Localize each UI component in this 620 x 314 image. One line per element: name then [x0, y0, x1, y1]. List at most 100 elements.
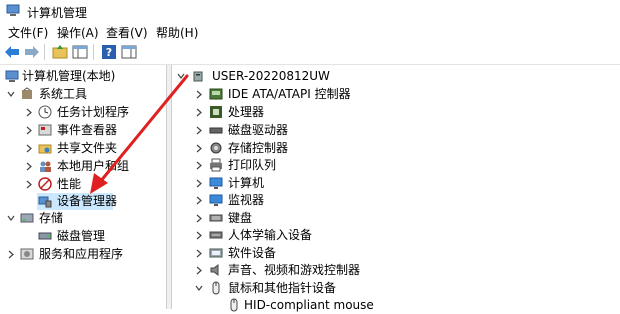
device-category-label: 键盘 — [228, 211, 253, 225]
menu-help[interactable]: 帮助(H) — [156, 24, 198, 41]
chevron-right-icon[interactable] — [194, 157, 204, 174]
toolbar: ? — [0, 40, 620, 65]
device-category-label: 磁盘驱动器 — [228, 123, 289, 137]
chevron-right-icon[interactable] — [24, 122, 34, 139]
device-category[interactable]: 软件设备 — [172, 245, 612, 262]
device-category[interactable]: 声音、视频和游戏控制器 — [172, 262, 612, 279]
chevron-right-icon[interactable] — [194, 175, 204, 192]
tree-item-task-scheduler[interactable]: 任务计划程序 — [0, 104, 166, 121]
users-icon — [40, 161, 51, 172]
menu-bar: 文件(F) 操作(A) 查看(V) 帮助(H) — [0, 22, 620, 40]
chevron-right-icon[interactable] — [194, 227, 204, 244]
hid-icon — [209, 231, 223, 239]
device-category[interactable]: 人体学输入设备 — [172, 227, 612, 244]
device-category-label: 处理器 — [228, 105, 265, 119]
shared-folder-icon — [38, 144, 52, 154]
menu-view[interactable]: 查看(V) — [106, 24, 148, 41]
tree-label: 服务和应用程序 — [39, 247, 124, 261]
device-tree-root[interactable]: USER-20220812UW — [172, 68, 612, 85]
device-category-label: 计算机 — [228, 176, 265, 190]
toolbar-separator — [93, 44, 94, 60]
ide-controller-icon — [209, 88, 223, 100]
tree-label: 系统工具 — [39, 87, 88, 101]
tree-item-event-viewer[interactable]: 事件查看器 — [0, 122, 166, 139]
device-category-label: 人体学输入设备 — [228, 228, 313, 242]
chevron-right-icon[interactable] — [194, 140, 204, 157]
tree-item-system-tools[interactable]: 系统工具 — [0, 86, 166, 103]
device-category[interactable]: 键盘 — [172, 210, 612, 227]
tree-root-label: 计算机管理(本地) — [22, 69, 116, 83]
tree-item-shared-folders[interactable]: 共享文件夹 — [0, 140, 166, 157]
help-icon[interactable]: ? — [100, 43, 118, 61]
device-category[interactable]: 监视器 — [172, 192, 612, 209]
device-category[interactable]: IDE ATA/ATAPI 控制器 — [172, 86, 612, 103]
chevron-right-icon[interactable] — [194, 104, 204, 121]
tree-item-local-users-groups[interactable]: 本地用户和组 — [0, 158, 166, 175]
chevron-down-icon[interactable] — [6, 86, 16, 103]
chevron-right-icon[interactable] — [194, 245, 204, 262]
chevron-right-icon[interactable] — [194, 122, 204, 139]
chevron-down-icon[interactable] — [194, 280, 204, 297]
title-bar: 计算机管理 — [0, 0, 620, 22]
chevron-down-icon[interactable] — [6, 210, 16, 227]
storage-icon — [20, 213, 34, 223]
services-icon — [20, 248, 34, 260]
back-arrow-icon[interactable] — [3, 43, 21, 61]
tree-item-device-manager[interactable]: 设备管理器 — [37, 193, 117, 210]
device-category[interactable]: 处理器 — [172, 104, 612, 121]
mouse-icon — [212, 281, 220, 295]
tree-item-storage[interactable]: 存储 — [0, 210, 166, 227]
device-item-label: HID-compliant mouse — [244, 298, 374, 312]
chevron-right-icon[interactable] — [24, 176, 34, 193]
tree-item-performance[interactable]: 性能 — [0, 176, 166, 193]
device-category[interactable]: 磁盘驱动器 — [172, 122, 612, 139]
chevron-right-icon[interactable] — [24, 140, 34, 157]
device-category[interactable]: 打印队列 — [172, 157, 612, 174]
disk-icon — [38, 232, 52, 240]
clock-icon — [38, 105, 52, 119]
chevron-right-icon[interactable] — [194, 192, 204, 209]
computer-management-icon — [6, 4, 20, 16]
printer-icon — [210, 158, 222, 172]
tree-label: 任务计划程序 — [57, 105, 130, 119]
window-title: 计算机管理 — [27, 6, 88, 20]
device-category[interactable]: 鼠标和其他指针设备 — [172, 280, 612, 297]
chevron-right-icon[interactable] — [24, 158, 34, 175]
chevron-right-icon[interactable] — [194, 262, 204, 279]
mouse-icon — [230, 298, 238, 312]
menu-action[interactable]: 操作(A) — [57, 24, 99, 41]
speaker-icon — [210, 264, 219, 276]
tree-root[interactable]: 计算机管理(本地) — [0, 68, 166, 85]
device-tree: USER-20220812UW IDE ATA/ATAPI 控制器 处理器 磁盘… — [172, 65, 620, 312]
tree-label: 设备管理器 — [57, 194, 118, 208]
show-action-pane-icon[interactable] — [120, 43, 138, 61]
tree-item-disk-management[interactable]: 磁盘管理 — [0, 228, 166, 245]
svg-text:?: ? — [106, 46, 112, 59]
forward-arrow-icon[interactable] — [23, 43, 41, 61]
chevron-right-icon[interactable] — [194, 210, 204, 227]
chevron-right-icon[interactable] — [24, 104, 34, 121]
device-tree-root-label: USER-20220812UW — [212, 69, 330, 83]
monitor-icon — [209, 194, 223, 206]
chevron-right-icon[interactable] — [6, 246, 16, 263]
up-folder-icon[interactable] — [51, 43, 69, 61]
device-category-label: 存储控制器 — [228, 141, 289, 155]
chevron-right-icon[interactable] — [194, 86, 204, 103]
tree-item-services-apps[interactable]: 服务和应用程序 — [0, 246, 166, 263]
device-category-label: IDE ATA/ATAPI 控制器 — [228, 87, 351, 101]
storage-controller-icon — [210, 142, 222, 154]
software-device-icon — [209, 248, 223, 258]
computer-icon — [193, 71, 203, 82]
device-category-label: 打印队列 — [228, 158, 277, 172]
device-category-label: 鼠标和其他指针设备 — [228, 281, 337, 295]
device-category[interactable]: 计算机 — [172, 175, 612, 192]
tree-label: 存储 — [39, 211, 64, 225]
tree-label: 磁盘管理 — [57, 229, 106, 243]
menu-file[interactable]: 文件(F) — [8, 24, 48, 41]
device-category[interactable]: 存储控制器 — [172, 140, 612, 157]
event-viewer-icon — [38, 124, 52, 136]
chevron-down-icon[interactable] — [176, 68, 186, 85]
show-hide-console-tree-icon[interactable] — [71, 43, 89, 61]
disk-drive-icon — [209, 127, 223, 134]
device-item[interactable]: HID-compliant mouse — [172, 297, 612, 314]
